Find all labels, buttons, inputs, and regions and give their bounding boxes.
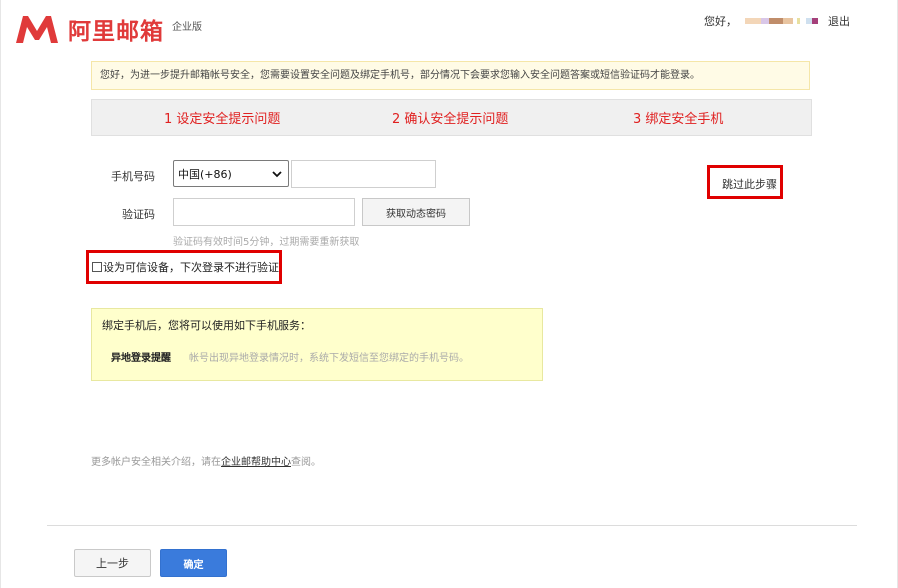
brand-name: 阿里邮箱 (68, 19, 164, 45)
page-border-left (0, 0, 1, 588)
user-area: 您好， 退出 (704, 13, 850, 29)
step-3: 3 绑定安全手机 (633, 112, 724, 127)
country-code-value: 中国(+86) (178, 167, 232, 181)
greeting-text: 您好， (704, 15, 737, 28)
more-info-prefix: 更多帐户安全相关介绍，请在 (91, 457, 221, 468)
country-code-select[interactable]: 中国(+86) (173, 160, 289, 187)
get-code-button[interactable]: 获取动态密码 (362, 198, 470, 226)
step-1: 1 设定安全提示问题 (164, 112, 281, 127)
previous-step-button[interactable]: 上一步 (74, 549, 151, 577)
trust-device-label[interactable]: 设为可信设备，下次登录不进行验证 (103, 259, 279, 275)
service-title: 绑定手机后，您将可以使用如下手机服务： (102, 319, 311, 332)
verification-code-input[interactable] (173, 198, 355, 226)
phone-service-box: 绑定手机后，您将可以使用如下手机服务： 异地登录提醒 帐号出现异地登录情况时，系… (91, 308, 543, 381)
more-info-text: 更多帐户安全相关介绍，请在企业邮帮助中心查阅。 (91, 453, 321, 468)
masked-username (745, 18, 818, 24)
brand-edition: 企业版 (172, 21, 202, 33)
footer-divider (47, 525, 857, 526)
mail-logo-icon (16, 16, 58, 43)
skip-step-link[interactable]: 跳过此步骤 (722, 176, 777, 192)
help-center-link[interactable]: 企业邮帮助中心 (221, 457, 291, 468)
service-item-desc: 帐号出现异地登录情况时，系统下发短信至您绑定的手机号码。 (189, 353, 469, 364)
more-info-suffix: 查阅。 (291, 457, 321, 468)
step-2: 2 确认安全提示问题 (392, 112, 509, 127)
confirm-button[interactable]: 确定 (160, 549, 227, 577)
phone-label: 手机号码 (111, 170, 155, 183)
service-item-name: 异地登录提醒 (111, 353, 171, 364)
code-validity-hint: 验证码有效时间5分钟，过期需要重新获取 (173, 237, 360, 248)
logout-link[interactable]: 退出 (828, 13, 850, 29)
phone-input[interactable] (291, 160, 436, 188)
chevron-down-icon (272, 170, 282, 177)
checkbox-icon[interactable] (92, 262, 102, 272)
brand-logo: 阿里邮箱 企业版 (14, 12, 202, 46)
trust-device-row[interactable]: 设为可信设备，下次登录不进行验证 (92, 259, 279, 275)
step-indicator: 1 设定安全提示问题 2 确认安全提示问题 3 绑定安全手机 (91, 99, 812, 136)
security-notice: 您好，为进一步提升邮箱帐号安全，您需要设置安全问题及绑定手机号，部分情况下会要求… (91, 61, 810, 90)
code-label: 验证码 (122, 208, 155, 221)
